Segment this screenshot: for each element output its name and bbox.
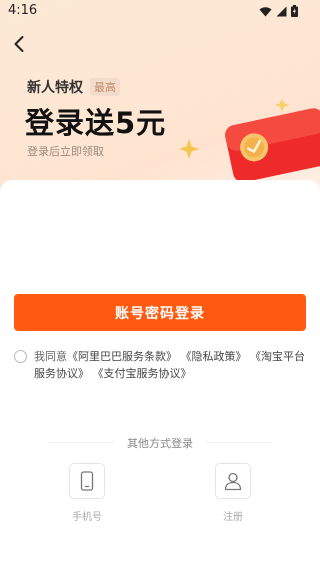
status-icons	[259, 5, 298, 17]
phone-login-label: 手机号	[72, 512, 102, 523]
agreement-text: 我同意《阿里巴巴服务条款》 《隐私政策》 《淘宝平台服务协议》 《支付宝服务协议…	[34, 348, 312, 382]
phone-login-option[interactable]: 手机号	[67, 463, 107, 523]
red-packet-icon	[225, 100, 320, 183]
password-login-button[interactable]: 账号密码登录	[14, 294, 306, 331]
promo-hint: 登录后立即领取	[27, 145, 104, 158]
promo-header: 新人特权 最高	[27, 77, 120, 97]
back-button[interactable]	[8, 32, 32, 56]
status-time: 4:16	[8, 3, 38, 18]
register-option[interactable]: 注册	[213, 463, 253, 523]
agreement-prefix: 我同意	[34, 350, 67, 363]
agreement-row: 我同意《阿里巴巴服务条款》 《隐私政策》 《淘宝平台服务协议》 《支付宝服务协议…	[14, 348, 312, 382]
status-bar: 4:16	[0, 0, 320, 24]
promo-subtitle: 新人特权	[27, 80, 83, 96]
phone-icon	[80, 471, 94, 491]
other-login-title: 其他方式登录	[127, 437, 193, 450]
register-label: 注册	[223, 512, 243, 523]
other-login-divider: 其他方式登录	[0, 435, 320, 451]
chevron-left-icon	[14, 36, 24, 52]
divider-line-right	[206, 442, 272, 443]
wifi-icon	[259, 6, 272, 16]
sparkle-icon	[179, 139, 199, 159]
user-icon	[224, 472, 242, 491]
terms-link-alibaba[interactable]: 《阿里巴巴服务条款》	[67, 350, 177, 363]
agreement-checkbox[interactable]	[14, 350, 27, 363]
promo-badge: 最高	[90, 78, 120, 96]
phone-login-button[interactable]	[69, 463, 105, 499]
register-button[interactable]	[215, 463, 251, 499]
battery-icon	[291, 5, 298, 17]
signal-icon	[276, 6, 287, 16]
terms-link-alipay[interactable]: 《支付宝服务协议》	[93, 367, 192, 380]
terms-link-privacy[interactable]: 《隐私政策》	[181, 350, 247, 363]
promo-title: 登录送5元	[25, 106, 167, 140]
